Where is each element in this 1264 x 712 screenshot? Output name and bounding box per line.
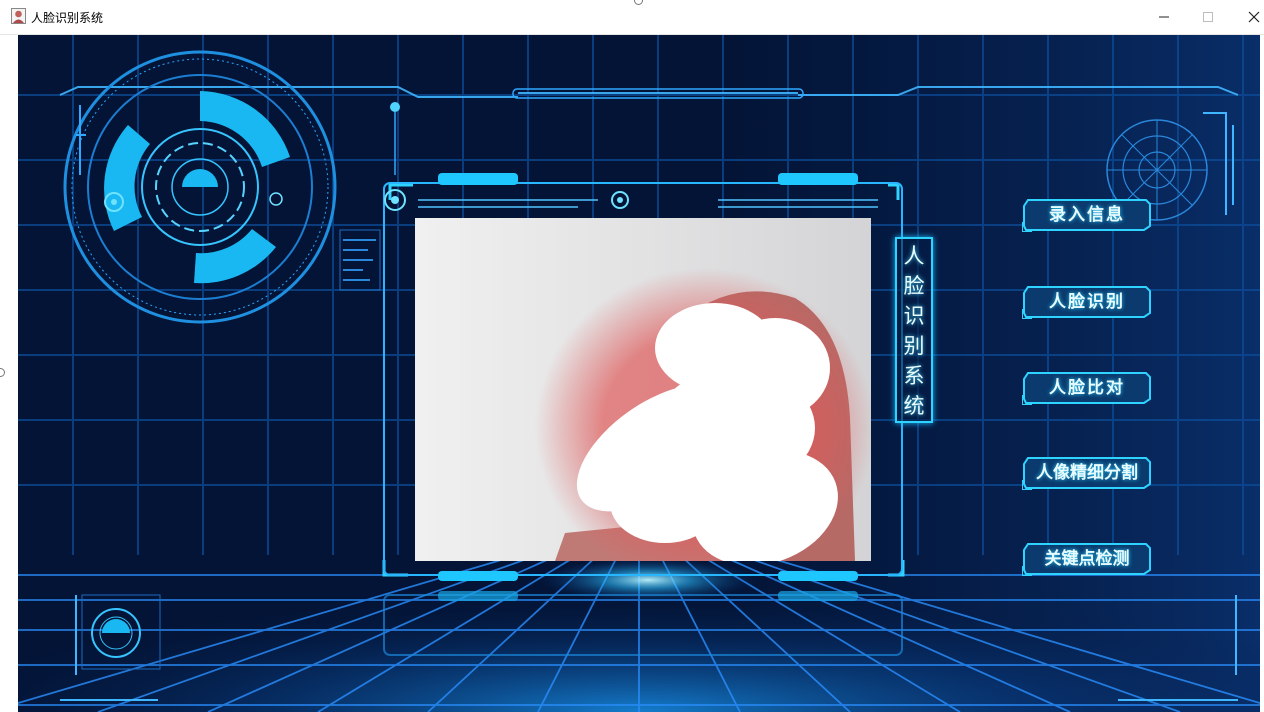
face-compare-label: 人脸比对: [1049, 378, 1125, 398]
system-title-char: 别: [903, 334, 925, 358]
maximize-icon: [1203, 12, 1213, 22]
system-title-char: 识: [903, 304, 925, 328]
face-recognition-label: 人脸识别: [1049, 292, 1125, 312]
face-recognition-button[interactable]: 人脸识别: [1022, 285, 1152, 319]
minimize-icon: [1159, 16, 1169, 18]
resize-handle-left[interactable]: [0, 368, 5, 377]
close-button[interactable]: [1234, 6, 1264, 28]
face-avatar-icon: [11, 8, 26, 24]
keypoint-detection-button[interactable]: 关键点检测: [1022, 542, 1152, 576]
portrait-segmentation-label: 人像精细分割: [1036, 463, 1138, 483]
minimize-button[interactable]: [1144, 6, 1184, 28]
system-title-char: 统: [903, 394, 925, 418]
enroll-info-label: 录入信息: [1049, 205, 1125, 225]
system-title-panel: 人 脸 识 别 系 统: [895, 237, 933, 423]
system-title-char: 人: [903, 244, 925, 268]
close-icon: [1248, 11, 1260, 23]
window-titlebar: 人脸识别系统: [0, 0, 1264, 35]
keypoint-detection-label: 关键点检测: [1044, 549, 1130, 569]
window-title: 人脸识别系统: [31, 11, 104, 25]
system-title-char: 系: [903, 364, 925, 388]
system-title-char: 脸: [903, 274, 925, 298]
camera-feed-image: [415, 218, 871, 561]
face-compare-button[interactable]: 人脸比对: [1022, 371, 1152, 405]
portrait-segmentation-button[interactable]: 人像精细分割: [1022, 456, 1152, 490]
camera-feed: [415, 218, 871, 561]
enroll-info-button[interactable]: 录入信息: [1022, 198, 1152, 232]
main-stage: 人 脸 识 别 系 统 录入信息 人脸识别 人脸比对 人像精细分割 关键点检测: [18, 35, 1260, 712]
maximize-button[interactable]: [1188, 6, 1228, 28]
